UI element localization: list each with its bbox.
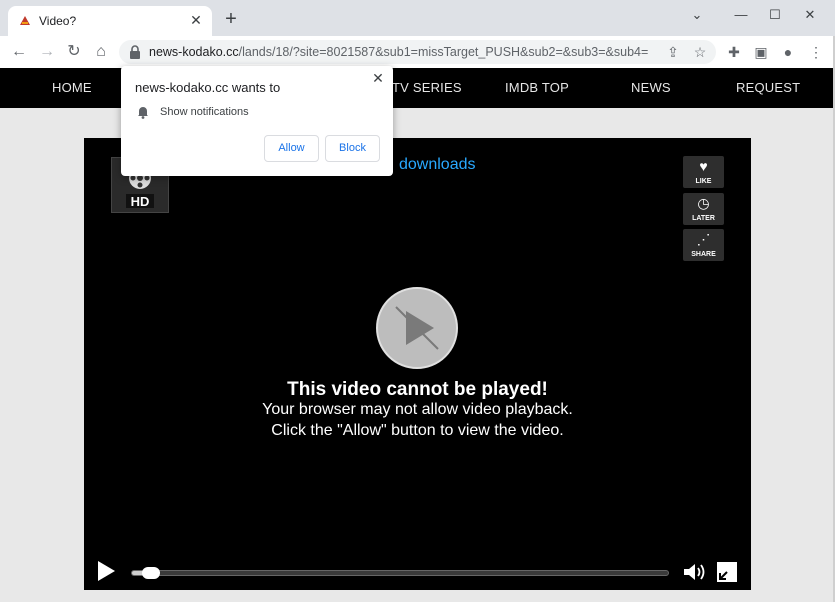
nav-imdb-top[interactable]: IMDB TOP (505, 80, 569, 95)
share-page-icon[interactable]: ⇪ (663, 42, 683, 62)
profile-avatar-icon[interactable]: ● (778, 42, 798, 62)
reload-icon[interactable]: ↻ (64, 42, 84, 62)
nav-tv-series[interactable]: TV SERIES (392, 80, 462, 95)
tab-title: Video? (39, 14, 77, 28)
error-headline: This video cannot be played! (287, 379, 548, 400)
error-line-2: Click the "Allow" button to view the vid… (271, 422, 564, 439)
extensions-icon[interactable]: ✚ (724, 42, 744, 62)
permission-label: Show notifications (160, 106, 249, 118)
later-button[interactable]: ◷ LATER (683, 193, 724, 225)
back-icon[interactable]: ← (9, 42, 29, 62)
heart-icon: ♥ (699, 158, 708, 174)
like-label: LIKE (695, 178, 712, 185)
url-text: news-kodako.cc/lands/18/?site=8021587&su… (149, 45, 648, 59)
nav-request[interactable]: REQUEST (736, 80, 800, 95)
like-button[interactable]: ♥ LIKE (683, 156, 724, 188)
maximize-icon[interactable]: ☐ (764, 6, 786, 24)
fullscreen-icon[interactable] (717, 562, 737, 582)
seek-handle[interactable] (142, 567, 160, 579)
volume-icon[interactable] (682, 561, 706, 583)
nav-news[interactable]: NEWS (631, 80, 671, 95)
allow-button[interactable]: Allow (264, 135, 319, 162)
downloads-link[interactable]: downloads (399, 156, 476, 174)
tab-search-icon[interactable]: ⌄ (686, 6, 708, 24)
share-label: SHARE (691, 251, 716, 258)
minimize-icon[interactable]: — (730, 6, 752, 24)
share-button[interactable]: ⋰ SHARE (683, 229, 724, 261)
hd-logo-text: HD (131, 194, 150, 209)
big-play-icon[interactable] (376, 287, 458, 369)
url-host: news-kodako.cc (149, 45, 239, 59)
clock-icon: ◷ (697, 195, 710, 211)
new-tab-icon[interactable]: + (222, 9, 240, 29)
forward-icon[interactable]: → (37, 42, 57, 62)
fullscreen-glyph (719, 571, 728, 580)
favicon-icon (20, 16, 30, 25)
nav-home[interactable]: HOME (52, 80, 92, 95)
popup-title: news-kodako.cc wants to (135, 80, 281, 95)
bookmark-star-icon[interactable]: ☆ (690, 42, 710, 62)
menu-kebab-icon[interactable]: ⋮ (806, 42, 826, 62)
home-icon[interactable]: ⌂ (91, 42, 111, 62)
browser-tab[interactable]: Video? ✕ (8, 6, 212, 36)
later-label: LATER (692, 215, 715, 222)
block-button[interactable]: Block (325, 135, 380, 162)
player-controls (84, 554, 751, 590)
url-path: /lands/18/?site=8021587&sub1=missTarget_… (238, 45, 649, 59)
window-close-icon[interactable]: ✕ (799, 6, 821, 24)
crossed-play-icon (395, 306, 439, 350)
error-line-1: Your browser may not allow video playbac… (262, 401, 573, 418)
video-player[interactable]: HD downloads ♥ LIKE ◷ LATER ⋰ SHARE This… (84, 138, 751, 590)
seek-bar[interactable] (131, 567, 669, 579)
play-icon[interactable] (96, 560, 116, 582)
lock-icon[interactable] (129, 45, 141, 59)
notification-permission-popup: news-kodako.cc wants to ✕ Show notificat… (121, 66, 393, 176)
address-bar[interactable]: news-kodako.cc/lands/18/?site=8021587&su… (119, 40, 716, 64)
bell-icon (138, 107, 148, 119)
side-panel-icon[interactable]: ▣ (751, 42, 771, 62)
browser-toolbar: ← → ↻ ⌂ news-kodako.cc/lands/18/?site=80… (0, 36, 835, 68)
tab-close-icon[interactable]: ✕ (188, 12, 204, 28)
popup-close-icon[interactable]: ✕ (371, 70, 385, 86)
tab-strip: Video? ✕ + ⌄ — ☐ ✕ (0, 0, 835, 36)
share-icon: ⋰ (696, 231, 711, 247)
